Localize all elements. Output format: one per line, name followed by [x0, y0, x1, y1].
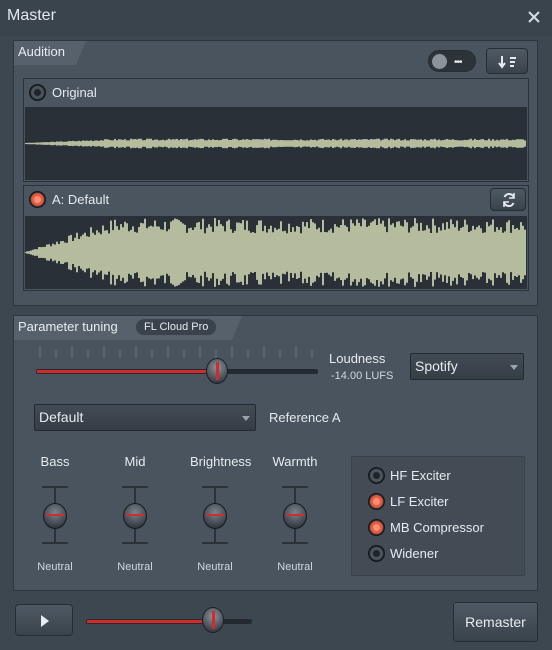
reference-label: Reference A [269, 410, 341, 425]
preset-selected: Default [39, 409, 84, 425]
knob-warmth: Warmth Neutral [270, 454, 350, 574]
knob-label: Brightness [190, 454, 252, 469]
tuning-header-label: Parameter tuning [18, 319, 118, 334]
volume-fill [87, 620, 213, 623]
chevron-down-icon [242, 416, 250, 421]
preset-dropdown[interactable]: Default [34, 404, 256, 431]
original-waveform [25, 107, 527, 180]
tuning-header: Parameter tuning FL Cloud Pro [14, 316, 242, 340]
title-bar: Master [0, 0, 552, 36]
knob-control[interactable] [40, 486, 70, 544]
volume-handle[interactable] [202, 607, 224, 633]
play-button[interactable] [15, 604, 73, 636]
knob-value: Neutral [277, 561, 313, 573]
audition-toggle[interactable]: ••• [428, 50, 476, 72]
knob-bass: Bass Neutral [30, 454, 110, 574]
effect-label: MB Compressor [390, 520, 484, 535]
effect-label: Widener [390, 546, 439, 561]
play-icon [41, 615, 49, 627]
window-title: Master [7, 7, 56, 24]
knob-control[interactable] [200, 486, 230, 544]
knob-value: Neutral [37, 561, 73, 573]
volume-slider[interactable] [86, 606, 254, 636]
audition-header-label: Audition [18, 44, 65, 59]
knob-control[interactable] [120, 486, 150, 544]
chevron-down-icon [510, 365, 518, 370]
effect-lf-exciter[interactable]: LF Exciter [368, 492, 518, 512]
effects-box: HF Exciter LF Exciter MB Compressor Widener [351, 456, 525, 576]
platform-selected: Spotify [415, 358, 458, 374]
variant-waveform-svg [25, 218, 526, 287]
effect-led[interactable] [368, 493, 385, 510]
cloud-pro-badge: FL Cloud Pro [136, 319, 217, 335]
variant-led[interactable] [29, 191, 46, 208]
toggle-knob [432, 54, 447, 69]
effect-mb-compressor[interactable]: MB Compressor [368, 518, 518, 538]
effect-led[interactable] [368, 519, 385, 536]
audition-header: Audition [14, 41, 86, 65]
effect-hf-exciter[interactable]: HF Exciter [368, 466, 518, 486]
loudness-handle[interactable] [206, 358, 228, 384]
variant-waveform [25, 216, 527, 289]
loudness-value: -14.00 LUFS [331, 370, 394, 382]
platform-dropdown[interactable]: Spotify [410, 353, 524, 380]
loudness-slider[interactable] [36, 346, 322, 388]
variant-label: A: Default [52, 192, 110, 207]
knob-value: Neutral [197, 561, 233, 573]
knob-label: Warmth [272, 454, 318, 469]
loudness-fill [37, 370, 215, 373]
original-track[interactable]: Original [23, 78, 529, 182]
close-icon[interactable] [526, 8, 542, 26]
knob-label: Mid [124, 454, 146, 469]
audition-panel: Audition ••• Original A: Default [13, 40, 538, 306]
effect-widener[interactable]: Widener [368, 544, 518, 564]
knob-value: Neutral [117, 561, 153, 573]
knob-control[interactable] [280, 486, 310, 544]
remaster-label: Remaster [465, 614, 526, 630]
original-led[interactable] [29, 84, 46, 101]
effect-led[interactable] [368, 545, 385, 562]
sort-download-icon [498, 56, 516, 69]
knob-mid: Mid Neutral [110, 454, 190, 574]
remaster-button[interactable]: Remaster [453, 602, 538, 642]
effect-label: LF Exciter [390, 494, 449, 509]
refresh-button[interactable] [490, 188, 526, 211]
effect-led[interactable] [368, 467, 385, 484]
original-label: Original [52, 85, 97, 100]
variant-track[interactable]: A: Default [23, 185, 529, 291]
refresh-icon [503, 192, 515, 208]
tuning-panel: Parameter tuning FL Cloud Pro Loudness -… [13, 315, 538, 591]
loudness-label: Loudness [329, 351, 386, 366]
knob-label: Bass [40, 454, 70, 469]
effect-label: HF Exciter [390, 468, 451, 483]
toggle-options-icon: ••• [454, 57, 462, 68]
loudness-ticks [39, 346, 313, 358]
knob-brightness: Brightness Neutral [190, 454, 270, 574]
original-waveform-svg [25, 138, 526, 149]
sort-button[interactable] [486, 48, 528, 74]
